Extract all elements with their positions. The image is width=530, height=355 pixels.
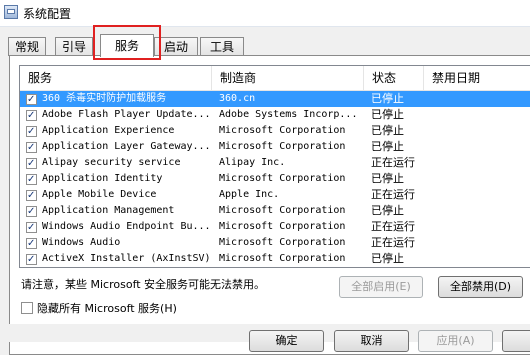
service-status: 正在运行 [371,236,415,249]
service-status: 已停止 [371,252,404,265]
service-manufacturer: Alipay Inc. [219,157,286,168]
service-row[interactable]: 360 杀毒实时防护加载服务 360.cn 已停止 [20,91,530,108]
hide-ms-label: 隐藏所有 Microsoft 服务(H) [37,302,177,315]
service-name: Application Layer Gateway... [42,141,211,152]
service-row[interactable]: ActiveX Installer (AxInstSV) Microsoft Co… [20,251,530,267]
service-status: 已停止 [371,204,404,217]
service-name: ActiveX Installer (AxInstSV) [42,253,211,264]
tab-highlight-box [93,25,161,60]
service-manufacturer: Microsoft Corporation [219,221,346,232]
service-row[interactable]: Apple Mobile Device Apple Inc. 正在运行 [20,187,530,204]
column-header-manufacturer[interactable]: 制造商 [212,66,364,90]
service-status: 正在运行 [371,156,415,169]
service-manufacturer: Microsoft Corporation [219,253,346,264]
service-checkbox[interactable] [26,172,37,188]
service-status: 已停止 [371,108,404,121]
service-row[interactable]: Application Layer Gateway... Microsoft Co… [20,139,530,156]
service-row[interactable]: Application Identity Microsoft Corporatio… [20,171,530,188]
service-name: Application Experience [42,125,175,136]
service-manufacturer: 360.cn [219,93,256,104]
service-name: Application Identity [42,173,163,184]
window-title: 系统配置 [23,7,72,21]
service-manufacturer: Adobe Systems Incorp... [219,109,358,120]
help-button[interactable] [502,330,530,352]
tab-tools[interactable]: 工具 [200,37,244,56]
tab-strip: 常规 引导 服务 启动 工具 [0,34,530,57]
service-manufacturer: Microsoft Corporation [219,205,346,216]
service-manufacturer: Microsoft Corporation [219,173,346,184]
title-bar: 系统配置 [0,0,530,27]
service-checkbox[interactable] [26,220,37,236]
disable-all-button[interactable]: 全部禁用(D) [438,276,523,298]
security-note: 请注意，某些 Microsoft 安全服务可能无法禁用。 [21,278,266,291]
ok-button[interactable]: 确定 [249,330,324,352]
service-row[interactable]: Alipay security service Alipay Inc. 正在运行 [20,155,530,172]
service-name: 360 杀毒实时防护加载服务 [42,93,167,104]
tab-boot[interactable]: 引导 [55,37,93,56]
service-manufacturer: Microsoft Corporation [219,141,346,152]
service-name: Application Management [42,205,175,216]
service-checkbox[interactable] [26,156,37,172]
service-checkbox[interactable] [26,108,37,124]
service-row[interactable]: Application Management Microsoft Corporat… [20,203,530,220]
service-checkbox[interactable] [26,204,37,220]
dialog-footer: 确定 取消 应用(A) [0,324,530,352]
service-row[interactable]: Application Experience Microsoft Corporat… [20,123,530,140]
system-config-icon [4,5,18,19]
tab-general[interactable]: 常规 [8,37,46,56]
hide-ms-checkbox[interactable] [21,302,33,314]
service-name: Windows Audio [42,237,121,248]
service-name: Windows Audio Endpoint Bu... [42,221,211,232]
column-header-service[interactable]: 服务 [20,66,212,90]
service-manufacturer: Apple Inc. [219,189,280,200]
service-name: Alipay security service [42,157,181,168]
service-status: 已停止 [371,172,404,185]
service-manufacturer: Microsoft Corporation [219,125,346,136]
service-row[interactable]: Windows Audio Microsoft Corporation 正在运行 [20,235,530,252]
cancel-button[interactable]: 取消 [334,330,409,352]
service-manufacturer: Microsoft Corporation [219,237,346,248]
services-list[interactable]: 服务 制造商 状态 禁用日期 360 杀毒实时防护加载服务360.cn已停止Ad… [19,65,530,268]
service-checkbox[interactable] [26,236,37,252]
service-status: 已停止 [371,92,404,105]
service-name: Adobe Flash Player Update... [42,109,211,120]
list-header: 服务 制造商 状态 禁用日期 [20,66,530,91]
service-checkbox[interactable] [26,188,37,204]
service-status: 已停止 [371,124,404,137]
column-header-status[interactable]: 状态 [364,66,424,90]
service-name: Apple Mobile Device [42,189,157,200]
service-checkbox[interactable] [26,124,37,140]
service-status: 正在运行 [371,220,415,233]
service-checkbox[interactable] [26,140,37,156]
enable-all-button[interactable]: 全部启用(E) [339,276,423,298]
service-row[interactable]: Windows Audio Endpoint Bu... Microsoft Co… [20,219,530,236]
column-header-disabled-date[interactable]: 禁用日期 [424,66,530,90]
service-checkbox[interactable] [26,252,37,267]
service-row[interactable]: Adobe Flash Player Update... Adobe System… [20,107,530,124]
service-checkbox[interactable] [26,92,37,108]
apply-button[interactable]: 应用(A) [418,330,493,352]
service-status: 已停止 [371,140,404,153]
service-status: 正在运行 [371,188,415,201]
